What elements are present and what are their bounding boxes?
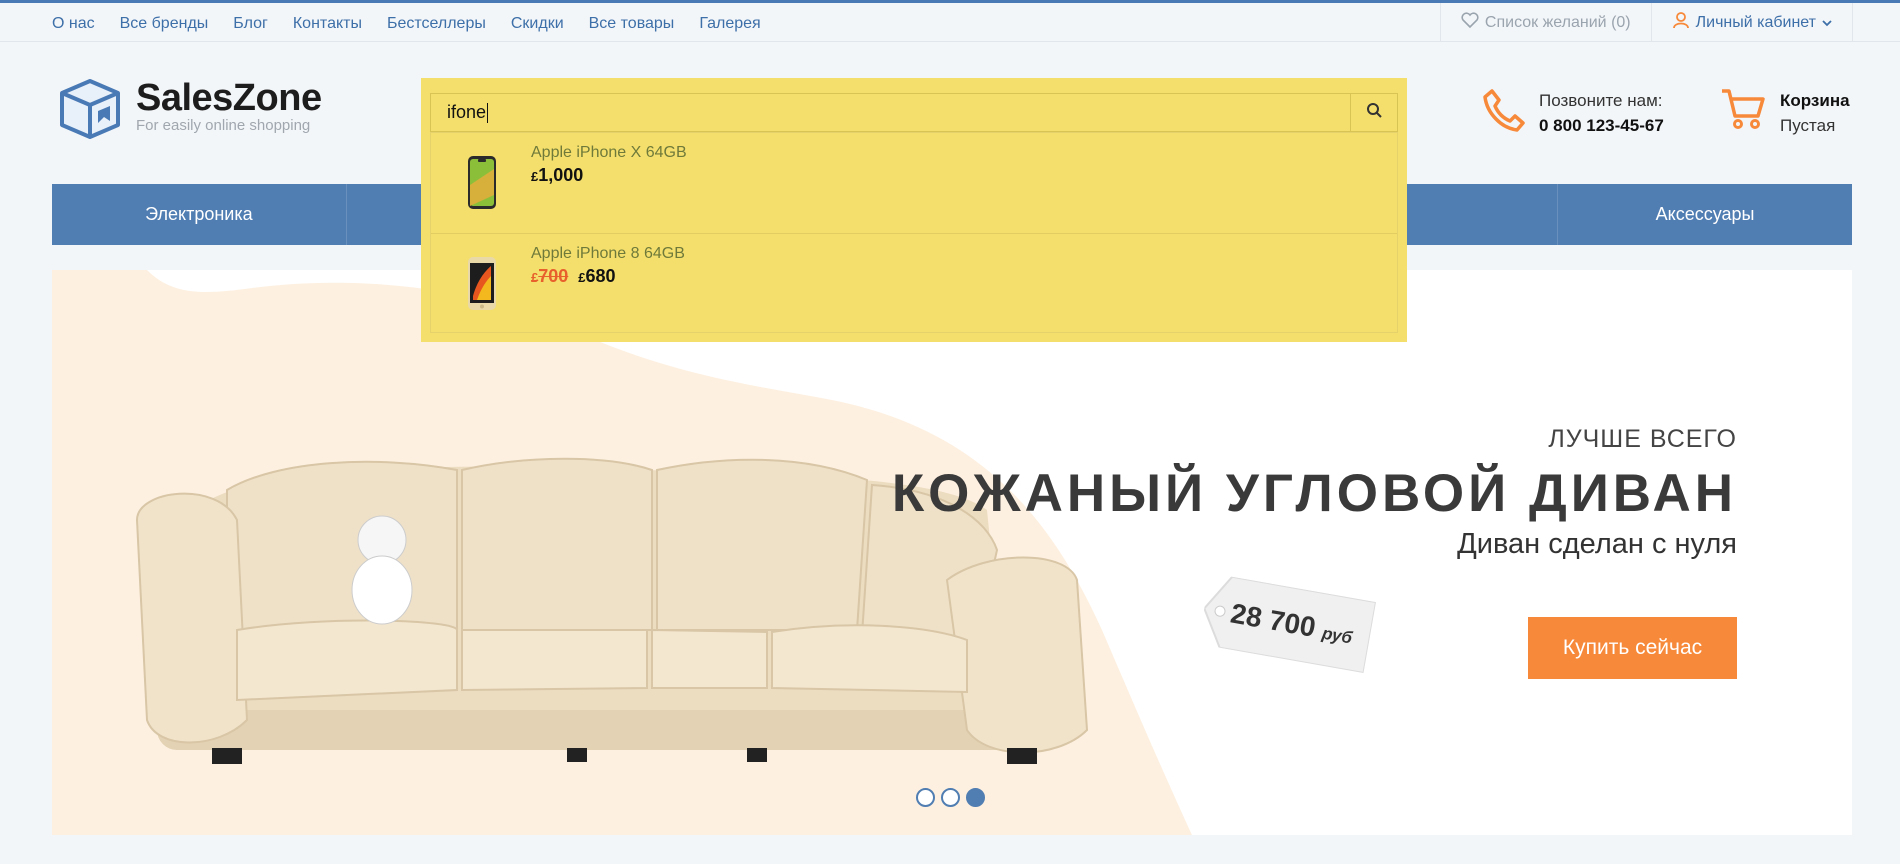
search-button[interactable] (1351, 93, 1398, 132)
top-link-about[interactable]: О нас (52, 15, 95, 33)
slider-dot-1[interactable] (916, 788, 935, 807)
banner-subtitle: Диван сделан с нуля (1457, 528, 1737, 560)
user-icon (1672, 11, 1690, 34)
search-suggestions: Apple iPhone X 64GB £1,000 Apple iPhone … (430, 132, 1398, 333)
top-link-bestsellers[interactable]: Бестселлеры (387, 15, 486, 33)
iphone-x-thumbnail (468, 156, 496, 209)
top-bar: О нас Все бренды Блог Контакты Бестселле… (0, 0, 1900, 42)
search-input[interactable]: ifone (430, 93, 1351, 132)
text-caret (487, 102, 489, 123)
old-price-value: 700 (538, 266, 569, 286)
hero-banner: ЛУЧШЕ ВСЕГО КОЖАНЫЙ УГЛОВОЙ ДИВАН Диван … (52, 270, 1852, 835)
nav-item-electronics[interactable]: Электроника (52, 184, 347, 245)
top-link-discounts[interactable]: Скидки (511, 15, 564, 33)
nav-item-accessories[interactable]: Аксессуары (1558, 184, 1852, 245)
wishlist-label: Список желаний (0) (1484, 13, 1631, 31)
box-logo-icon (58, 77, 122, 146)
top-link-contacts[interactable]: Контакты (293, 15, 362, 33)
search-icon (1366, 102, 1382, 123)
suggestion-price: £1,000 (531, 165, 583, 186)
suggestion-item[interactable]: Apple iPhone 8 64GB £700 £680 (431, 234, 1397, 332)
top-link-brands[interactable]: Все бренды (120, 15, 209, 33)
slider-dot-2[interactable] (941, 788, 960, 807)
cart-block[interactable]: Корзина Пустая (1720, 88, 1850, 138)
old-price: £700 (531, 266, 568, 287)
top-link-gallery[interactable]: Галерея (699, 15, 760, 33)
iphone-8-thumbnail (468, 257, 496, 310)
phone-number[interactable]: 0 800 123-45-67 (1539, 116, 1664, 135)
logo-subtitle: For easily online shopping (136, 117, 311, 134)
price-tag-unit: руб (1320, 623, 1354, 648)
top-link-blog[interactable]: Блог (233, 15, 268, 33)
top-link-all-products[interactable]: Все товары (589, 15, 675, 33)
phone-block: Позвоните нам: 0 800 123-45-67 (1483, 88, 1664, 138)
buy-now-button[interactable]: Купить сейчас (1528, 617, 1737, 679)
wishlist-link[interactable]: Список желаний (0) (1439, 3, 1651, 42)
logo-title: SalesZone (136, 77, 322, 119)
logo[interactable]: SalesZone For easily online shopping (58, 77, 322, 146)
price-value: 680 (585, 266, 616, 286)
currency-symbol: £ (578, 270, 586, 285)
top-links: О нас Все бренды Блог Контакты Бестселле… (52, 15, 761, 33)
suggestion-item[interactable]: Apple iPhone X 64GB £1,000 (431, 133, 1397, 234)
phone-icon (1483, 88, 1525, 138)
search-highlight: ifone Apple iPhone X 64GB £1,000 Apple i… (421, 78, 1407, 342)
account-menu[interactable]: Личный кабинет (1650, 3, 1853, 42)
banner-title: КОЖАНЫЙ УГЛОВОЙ ДИВАН (891, 464, 1737, 523)
suggestion-name: Apple iPhone X 64GB (531, 144, 687, 161)
slider-dots (916, 788, 985, 807)
search-input-value: ifone (447, 102, 487, 122)
suggestion-name: Apple iPhone 8 64GB (531, 245, 685, 262)
cart-title: Корзина (1780, 91, 1850, 110)
phone-label: Позвоните нам: (1539, 91, 1663, 110)
price-value: 1,000 (538, 165, 584, 185)
cart-icon (1720, 88, 1766, 138)
suggestion-price: £700 £680 (531, 266, 616, 287)
slider-dot-3[interactable] (966, 788, 985, 807)
banner-pretitle: ЛУЧШЕ ВСЕГО (1548, 425, 1737, 453)
heart-icon (1461, 12, 1479, 33)
cart-status: Пустая (1780, 116, 1836, 135)
account-label: Личный кабинет (1695, 13, 1816, 31)
chevron-down-icon (1822, 14, 1832, 32)
